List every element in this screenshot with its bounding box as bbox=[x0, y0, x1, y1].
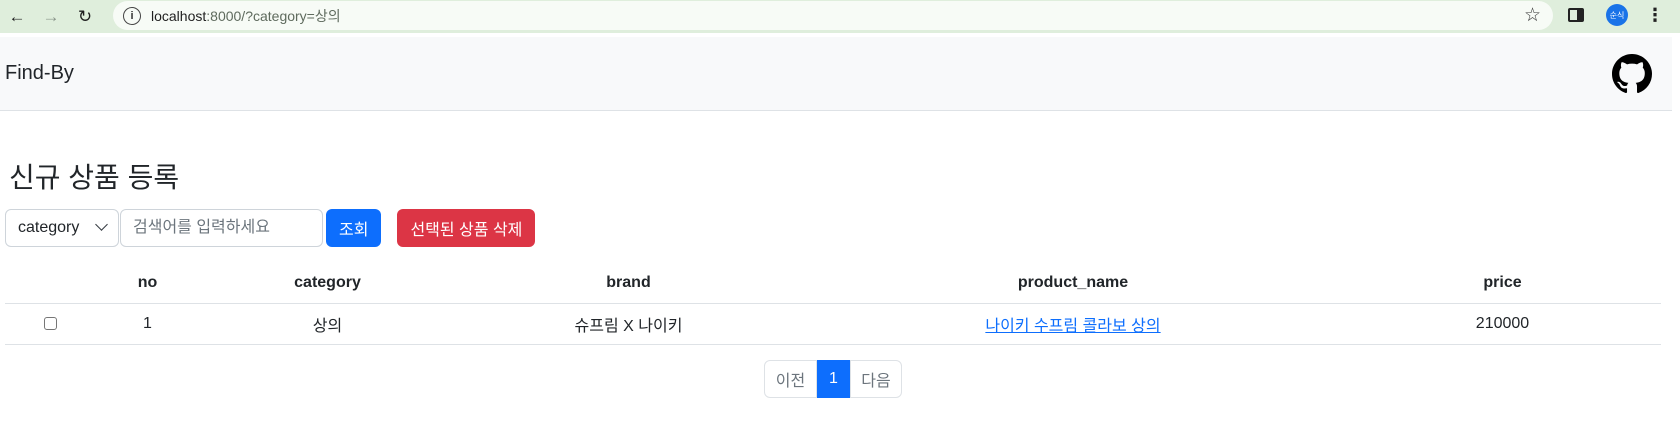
profile-avatar[interactable]: 순식 bbox=[1606, 4, 1628, 26]
reload-icon[interactable]: ↻ bbox=[68, 3, 102, 31]
pagination: 이전 1 다음 bbox=[764, 360, 902, 398]
category-select[interactable]: category bbox=[5, 208, 119, 247]
pagination-next[interactable]: 다음 bbox=[850, 360, 902, 398]
cell-category: 상의 bbox=[200, 303, 455, 345]
site-navbar: Find-By bbox=[0, 37, 1672, 111]
chevron-down-icon bbox=[95, 217, 108, 231]
navbar-brand[interactable]: Find-By bbox=[5, 62, 74, 85]
forward-arrow-icon[interactable]: → bbox=[34, 3, 68, 31]
search-toolbar: category 조회 선택된 상품 삭제 bbox=[5, 208, 536, 247]
column-header-product-name: product_name bbox=[802, 263, 1344, 304]
search-input[interactable] bbox=[120, 208, 323, 247]
address-bar[interactable]: i localhost:8000/?category=상의 ☆ bbox=[113, 1, 1553, 30]
column-header-select bbox=[5, 263, 95, 304]
browser-menu-icon[interactable]: ⋮ bbox=[1646, 6, 1664, 24]
pagination-current-page[interactable]: 1 bbox=[817, 360, 850, 398]
column-header-category: category bbox=[200, 263, 455, 304]
bookmark-star-icon[interactable]: ☆ bbox=[1524, 4, 1541, 27]
column-header-brand: brand bbox=[455, 263, 802, 304]
side-panel-icon[interactable] bbox=[1568, 8, 1584, 22]
table-header-row: no category brand product_name price bbox=[5, 263, 1661, 304]
product-link[interactable]: 나이키 수프림 콜라보 상의 bbox=[985, 318, 1160, 335]
cell-price: 210000 bbox=[1344, 303, 1661, 345]
column-header-no: no bbox=[95, 263, 200, 304]
cell-product-name: 나이키 수프림 콜라보 상의 bbox=[802, 303, 1344, 345]
github-icon[interactable] bbox=[1612, 54, 1652, 94]
browser-toolbar: ← → ↻ i localhost:8000/?category=상의 ☆ 순식… bbox=[0, 0, 1680, 33]
column-header-price: price bbox=[1344, 263, 1661, 304]
cell-brand: 슈프림 X 나이키 bbox=[455, 303, 802, 345]
back-arrow-icon[interactable]: ← bbox=[0, 3, 34, 31]
site-info-icon[interactable]: i bbox=[123, 6, 141, 25]
delete-selected-button[interactable]: 선택된 상품 삭제 bbox=[397, 208, 536, 247]
search-button[interactable]: 조회 bbox=[326, 208, 382, 247]
pagination-prev[interactable]: 이전 bbox=[764, 360, 817, 398]
row-checkbox[interactable] bbox=[43, 316, 57, 330]
product-table: no category brand product_name price 1 상… bbox=[5, 263, 1661, 345]
page-title: 신규 상품 등록 bbox=[9, 162, 180, 193]
category-select-value: category bbox=[18, 218, 80, 236]
table-row: 1 상의 슈프림 X 나이키 나이키 수프림 콜라보 상의 210000 bbox=[5, 303, 1661, 345]
cell-no: 1 bbox=[95, 303, 200, 345]
address-url[interactable]: localhost:8000/?category=상의 bbox=[151, 6, 341, 26]
row-select-cell bbox=[5, 303, 95, 345]
